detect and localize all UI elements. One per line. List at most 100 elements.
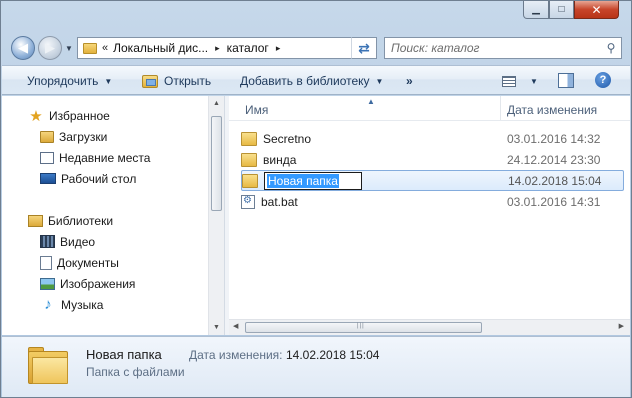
add-to-library-button[interactable]: Добавить в библиотеку ▼ — [240, 66, 383, 96]
documents-icon — [40, 255, 52, 270]
file-row-selected[interactable]: Новая папка 14.02.2018 15:04 — [241, 170, 624, 191]
explorer-window: ▁ □ ✕ ◀ ▶ ▼ « Локальный дис... ▸ каталог… — [0, 0, 632, 398]
column-header-date[interactable]: Дата изменения — [507, 103, 597, 117]
music-icon: ♪ — [44, 296, 52, 313]
maximize-button[interactable]: □ — [549, 1, 574, 19]
sidebar-item-libraries[interactable]: Библиотеки — [28, 210, 113, 231]
breadcrumb-separator-icon[interactable]: ▸ — [276, 43, 281, 54]
change-view-button[interactable]: ▼ — [502, 66, 538, 96]
recent-places-icon — [40, 151, 54, 164]
breadcrumb-separator-icon[interactable]: ▸ — [215, 43, 220, 54]
details-pane: Новая папка Папка с файлами Дата изменен… — [2, 336, 630, 397]
view-icon — [502, 75, 516, 87]
star-icon: ★ — [29, 107, 43, 125]
batch-file-icon — [241, 194, 255, 209]
sidebar-item-label: Рабочий стол — [61, 171, 137, 186]
sidebar-item-label: Видео — [60, 234, 96, 249]
sidebar-item-documents[interactable]: Документы — [40, 252, 119, 273]
open-button[interactable]: Открыть — [142, 66, 211, 96]
chevron-down-icon: ▼ — [530, 76, 538, 86]
file-row[interactable]: bat.bat 03.01.2016 14:31 — [241, 191, 624, 212]
command-bar: Упорядочить ▼ Открыть Добавить в библиоте… — [2, 65, 630, 95]
file-date: 14.02.2018 15:04 — [508, 173, 602, 188]
details-date-label: Дата изменения: — [189, 348, 283, 362]
close-button[interactable]: ✕ — [574, 1, 619, 19]
pictures-icon — [40, 277, 55, 290]
refresh-button[interactable]: ⇄ — [351, 37, 377, 59]
arrow-right-icon: ▶ — [45, 40, 55, 55]
arrow-left-icon: ◀ — [18, 40, 28, 55]
folder-icon — [241, 152, 257, 167]
file-date: 24.12.2014 23:30 — [507, 152, 601, 167]
sidebar-item-music[interactable]: ♪ Музыка — [40, 294, 103, 315]
more-commands-button[interactable]: » — [406, 66, 413, 96]
minimize-button[interactable]: ▁ — [523, 1, 549, 19]
open-label: Открыть — [164, 74, 212, 88]
details-date-value: 14.02.2018 15:04 — [286, 348, 380, 362]
recent-pages-dropdown[interactable]: ▼ — [65, 44, 73, 53]
file-name: Secretno — [263, 131, 312, 146]
open-folder-icon — [142, 74, 158, 88]
sidebar-item-label: Музыка — [61, 297, 104, 312]
sidebar-item-video[interactable]: Видео — [40, 231, 95, 252]
address-overflow-chevron[interactable]: « — [102, 42, 108, 54]
file-name: винда — [263, 152, 297, 167]
sidebar-item-recent-places[interactable]: Недавние места — [40, 147, 150, 168]
help-button[interactable]: ? — [595, 72, 611, 88]
preview-pane-button[interactable] — [558, 73, 574, 88]
organize-button[interactable]: Упорядочить ▼ — [27, 66, 112, 96]
navigation-pane-scrollbar[interactable]: ▲ ▼ — [208, 96, 224, 335]
column-divider[interactable] — [500, 96, 501, 120]
organize-label: Упорядочить — [27, 74, 99, 88]
folder-icon — [83, 42, 97, 54]
video-icon — [40, 235, 55, 248]
sidebar-item-downloads[interactable]: Загрузки — [40, 126, 107, 147]
libraries-icon — [28, 214, 43, 227]
details-item-type: Папка с файлами — [86, 365, 185, 379]
file-row[interactable]: винда 24.12.2014 23:30 — [241, 149, 624, 170]
file-row[interactable]: Secretno 03.01.2016 14:32 — [241, 128, 624, 149]
scroll-right-icon[interactable]: ▶ — [619, 322, 624, 330]
file-name: Новая папка — [264, 171, 508, 190]
scroll-left-icon[interactable]: ◀ — [233, 322, 238, 330]
sidebar-item-label: Библиотеки — [48, 213, 114, 228]
file-list: ▲ Имя Дата изменения Secretno 03.01.2016… — [229, 96, 630, 335]
sidebar-item-label: Избранное — [49, 108, 110, 123]
details-item-name: Новая папка — [86, 347, 162, 362]
desktop-icon — [40, 173, 56, 184]
navigation-pane: ★ Избранное Загрузки Недавние места Рабоч… — [2, 96, 224, 335]
chevron-down-icon: ▼ — [375, 76, 384, 86]
back-button[interactable]: ◀ — [11, 36, 35, 60]
column-headers: ▲ Имя Дата изменения — [229, 96, 630, 121]
address-bar[interactable]: « Локальный дис... ▸ каталог ▸ — [77, 37, 377, 59]
sort-ascending-icon: ▲ — [367, 97, 375, 106]
search-box[interactable]: ⚲ — [384, 37, 622, 59]
breadcrumb-local-disk[interactable]: Локальный дис... — [113, 41, 208, 55]
column-header-name[interactable]: Имя — [245, 103, 268, 117]
sidebar-item-label: Документы — [57, 255, 119, 270]
sidebar-item-pictures[interactable]: Изображения — [40, 273, 135, 294]
folder-icon — [241, 131, 257, 146]
sidebar-item-label: Загрузки — [59, 129, 108, 144]
scroll-down-icon[interactable]: ▼ — [211, 324, 222, 331]
file-list-horizontal-scrollbar[interactable]: ◀ ||| ▶ — [229, 319, 630, 335]
search-icon[interactable]: ⚲ — [601, 41, 621, 55]
file-date: 03.01.2016 14:32 — [507, 131, 601, 146]
file-name: bat.bat — [261, 194, 298, 209]
sidebar-item-desktop[interactable]: Рабочий стол — [40, 168, 136, 189]
folder-icon — [242, 173, 258, 188]
add-to-library-label: Добавить в библиотеку — [240, 74, 370, 88]
rename-selected-text: Новая папка — [267, 173, 339, 188]
sidebar-item-label: Изображения — [60, 276, 136, 291]
refresh-icon: ⇄ — [358, 39, 370, 56]
large-folder-icon — [28, 347, 68, 385]
scroll-up-icon[interactable]: ▲ — [211, 100, 222, 107]
search-input[interactable] — [391, 41, 601, 55]
help-icon: ? — [599, 74, 607, 86]
scrollbar-thumb[interactable] — [211, 116, 222, 211]
rename-input[interactable]: Новая папка — [264, 171, 362, 190]
sidebar-item-favorites[interactable]: ★ Избранное — [28, 105, 110, 126]
forward-button[interactable]: ▶ — [38, 36, 62, 60]
breadcrumb-catalog[interactable]: каталог — [227, 41, 269, 55]
file-date: 03.01.2016 14:31 — [507, 194, 601, 209]
